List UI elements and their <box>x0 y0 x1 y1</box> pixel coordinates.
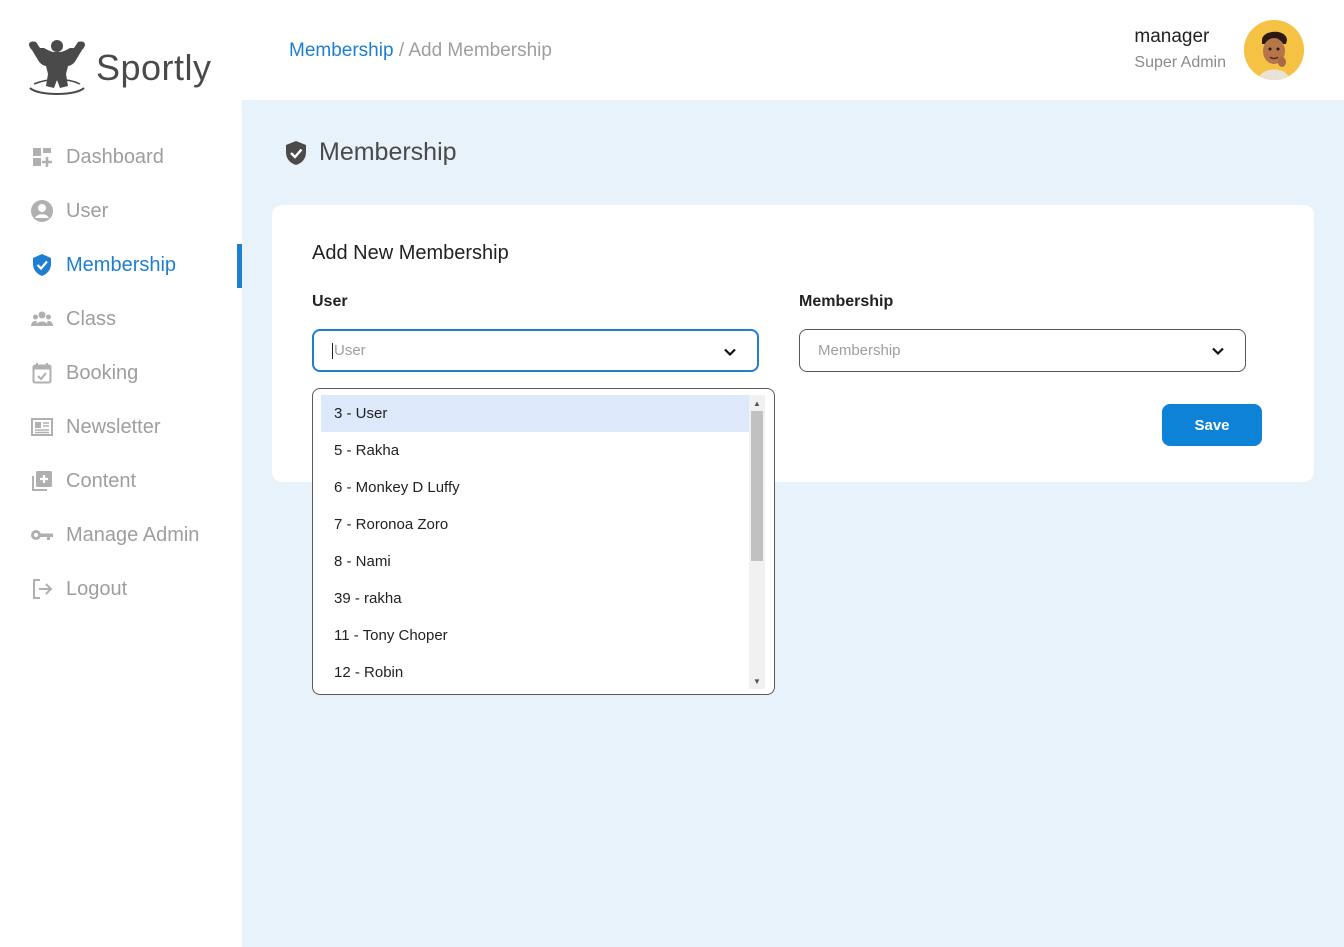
sidebar-item-dashboard[interactable]: Dashboard <box>0 130 242 184</box>
user-role: Super Admin <box>1134 54 1226 71</box>
sidebar-item-label: Logout <box>66 577 128 600</box>
sidebar-item-user[interactable]: User <box>0 184 242 238</box>
dropdown-option[interactable]: 11 - Tony Choper <box>321 617 749 654</box>
user-select[interactable]: User <box>312 329 759 372</box>
user-field-label: User <box>312 293 348 310</box>
sidebar-item-label: Dashboard <box>66 145 164 168</box>
scroll-down-arrow-icon[interactable]: ▼ <box>749 673 765 689</box>
chevron-down-icon <box>1212 347 1224 356</box>
dropdown-scrollbar[interactable]: ▲ ▼ <box>749 395 765 689</box>
logout-icon <box>30 577 54 601</box>
breadcrumb-link-membership[interactable]: Membership <box>289 40 394 61</box>
sidebar-item-manage-admin[interactable]: Manage Admin <box>0 508 242 562</box>
user-dropdown-list[interactable]: 3 - User 5 - Rakha 6 - Monkey D Luffy 7 … <box>312 388 775 695</box>
sidebar: Sportly Dashboard User Membership Class <box>0 0 242 947</box>
avatar-image <box>1244 20 1304 80</box>
shield-check-icon <box>30 253 54 277</box>
user-select-placeholder: User <box>334 342 366 359</box>
sidebar-item-membership[interactable]: Membership <box>0 238 242 292</box>
bodybuilder-logo-icon <box>29 40 85 95</box>
key-icon <box>30 523 54 547</box>
dropdown-option[interactable]: 7 - Roronoa Zoro <box>321 506 749 543</box>
sidebar-item-label: User <box>66 199 109 222</box>
scroll-up-arrow-icon[interactable]: ▲ <box>749 395 765 411</box>
breadcrumb-separator: / <box>393 40 409 61</box>
user-name: manager <box>1134 26 1210 47</box>
sidebar-item-label: Newsletter <box>66 415 161 438</box>
page-title-label: Membership <box>319 138 457 166</box>
brand[interactable]: Sportly <box>24 38 212 98</box>
calendar-check-icon <box>30 361 54 385</box>
breadcrumb: Membership / Add Membership <box>289 40 552 62</box>
card-title: Add New Membership <box>312 242 509 264</box>
sidebar-item-newsletter[interactable]: Newsletter <box>0 400 242 454</box>
dropdown-option[interactable]: 6 - Monkey D Luffy <box>321 469 749 506</box>
sidebar-item-label: Booking <box>66 361 139 384</box>
dashboard-icon <box>30 145 54 169</box>
sidebar-item-label: Class <box>66 307 117 330</box>
sidebar-item-booking[interactable]: Booking <box>0 346 242 400</box>
dropdown-option[interactable]: 8 - Nami <box>321 543 749 580</box>
breadcrumb-current: Add Membership <box>408 40 552 61</box>
sidebar-item-logout[interactable]: Logout <box>0 562 242 616</box>
chevron-down-icon <box>724 348 736 357</box>
membership-select[interactable]: Membership <box>799 329 1246 372</box>
newspaper-icon <box>30 415 54 439</box>
user-info[interactable]: manager Super Admin <box>1134 26 1226 72</box>
sidebar-item-class[interactable]: Class <box>0 292 242 346</box>
group-icon <box>30 307 54 331</box>
membership-field-label: Membership <box>799 293 894 310</box>
scrollbar-thumb[interactable] <box>751 411 763 561</box>
shield-check-icon <box>286 140 306 165</box>
sidebar-item-label: Membership <box>66 253 177 276</box>
dropdown-option[interactable]: 39 - rakha <box>321 580 749 617</box>
topbar: Membership / Add Membership manager Supe… <box>242 0 1344 100</box>
dropdown-option[interactable]: 3 - User <box>321 395 749 432</box>
brand-name: Sportly <box>96 47 212 88</box>
dropdown-option[interactable]: 5 - Rakha <box>321 432 749 469</box>
membership-select-placeholder: Membership <box>818 342 901 359</box>
sidebar-nav: Dashboard User Membership Class Booking <box>0 130 242 616</box>
text-cursor <box>332 342 333 359</box>
page-title: Membership <box>285 138 457 167</box>
add-box-icon <box>30 469 54 493</box>
dropdown-option[interactable]: 12 - Robin <box>321 654 749 691</box>
sidebar-item-content[interactable]: Content <box>0 454 242 508</box>
sidebar-item-label: Manage Admin <box>66 523 200 546</box>
save-button[interactable]: Save <box>1162 404 1262 446</box>
user-icon <box>30 199 54 223</box>
avatar[interactable] <box>1244 20 1304 80</box>
sidebar-item-label: Content <box>66 469 137 492</box>
